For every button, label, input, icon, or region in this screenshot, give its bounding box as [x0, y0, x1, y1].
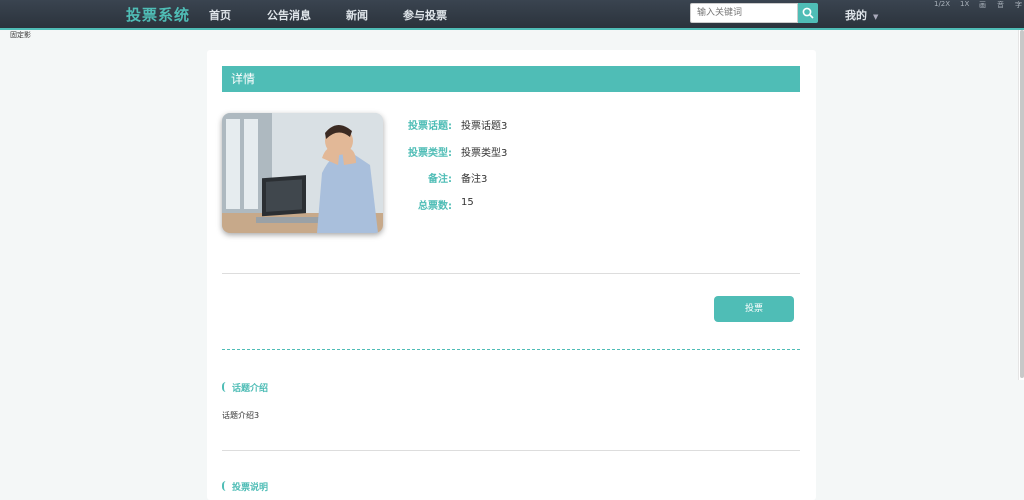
- picture-mode-button[interactable]: 画: [979, 0, 986, 10]
- detail-header: 详情: [222, 66, 800, 92]
- divider: [222, 273, 800, 274]
- section-marker-icon: [222, 481, 227, 491]
- field-value-type: 投票类型3: [461, 148, 508, 159]
- audio-mode-button[interactable]: 音: [997, 0, 1004, 10]
- section-title-intro: 话题介绍: [222, 381, 268, 394]
- zoom-1x-button[interactable]: 1X: [960, 0, 969, 8]
- search-icon: [802, 7, 814, 19]
- search-button[interactable]: [798, 3, 818, 23]
- chevron-down-icon: ▼: [873, 13, 879, 21]
- section-body-intro: 话题介绍3: [222, 411, 260, 420]
- scrollbar-thumb[interactable]: [1020, 30, 1024, 378]
- zoom-half-button[interactable]: 1/2X: [934, 0, 950, 8]
- mine-label: 我的: [845, 9, 867, 22]
- field-label-remark: 备注:: [428, 174, 452, 185]
- field-label-type: 投票类型:: [408, 148, 452, 159]
- section-title-intro-text: 话题介绍: [232, 384, 269, 394]
- field-value-remark: 备注3: [461, 174, 488, 185]
- top-left-text: 固定影: [10, 31, 31, 39]
- mine-menu[interactable]: 我的 ▼: [845, 7, 878, 23]
- page-scrollbar[interactable]: [1018, 30, 1024, 380]
- divider: [222, 450, 800, 451]
- brand-title[interactable]: 投票系统: [126, 4, 190, 25]
- topic-image: [222, 113, 383, 233]
- text-mode-button[interactable]: 字: [1015, 0, 1022, 10]
- field-label-total-votes: 总票数:: [418, 201, 452, 212]
- nav-item-home[interactable]: 首页: [209, 7, 231, 23]
- vote-button[interactable]: 投票: [714, 296, 794, 322]
- search-input[interactable]: [690, 3, 798, 23]
- nav-item-announcements[interactable]: 公告消息: [267, 7, 311, 23]
- field-value-total-votes: 15: [461, 197, 474, 208]
- section-marker-icon: [222, 382, 227, 392]
- nav-item-vote[interactable]: 参与投票: [403, 7, 447, 23]
- field-label-topic: 投票话题:: [408, 121, 452, 132]
- nav-item-news[interactable]: 新闻: [346, 7, 368, 23]
- section-title-instructions-text: 投票说明: [232, 483, 269, 493]
- dashed-divider: [222, 349, 800, 350]
- section-title-instructions: 投票说明: [222, 480, 268, 493]
- field-value-topic: 投票话题3: [461, 121, 508, 132]
- top-nav: 投票系统 首页 公告消息 新闻 参与投票 我的 ▼ 1/2X 1X 画 音 字: [0, 0, 1024, 30]
